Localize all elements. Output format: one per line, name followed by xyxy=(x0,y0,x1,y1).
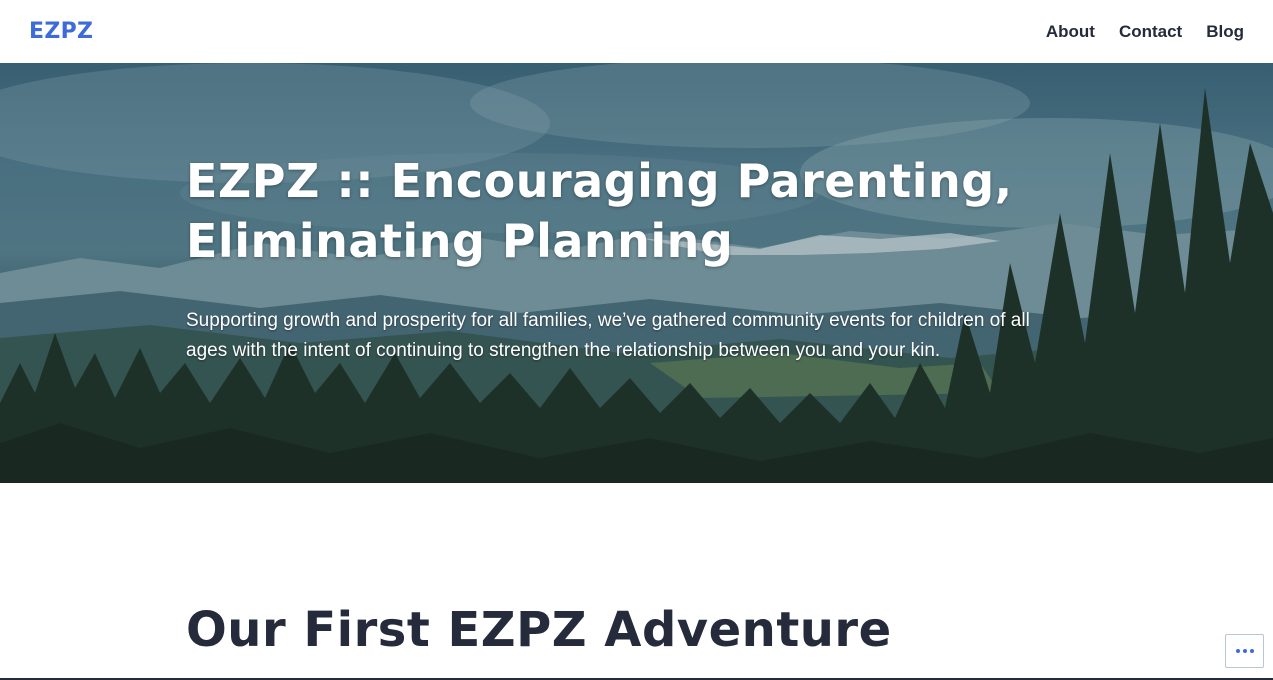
nav-contact-link[interactable]: Contact xyxy=(1119,22,1182,42)
hero-description: Supporting growth and prosperity for all… xyxy=(186,310,1030,361)
ellipsis-icon-dot xyxy=(1249,649,1254,653)
site-logo[interactable]: EZPZ xyxy=(29,19,93,44)
hero-content: EZPZ :: Encouraging Parenting, Eliminati… xyxy=(186,151,1086,366)
ellipsis-icon xyxy=(1235,649,1240,653)
hero-title: EZPZ :: Encouraging Parenting, Eliminati… xyxy=(186,151,1086,271)
ellipsis-icon-dot xyxy=(1242,649,1247,653)
nav-blog-link[interactable]: Blog xyxy=(1206,22,1244,42)
site-header: EZPZ About Contact Blog xyxy=(0,0,1273,63)
post-title[interactable]: Our First EZPZ Adventure xyxy=(186,597,892,663)
main-navigation: About Contact Blog xyxy=(1046,22,1244,42)
nav-about-link[interactable]: About xyxy=(1046,22,1095,42)
hero-title-line-1: EZPZ :: Encouraging Parenting, xyxy=(186,154,1013,208)
hero-banner: EZPZ :: Encouraging Parenting, Eliminati… xyxy=(0,63,1273,483)
more-options-button[interactable] xyxy=(1225,634,1264,668)
hero-title-line-2: Eliminating Planning xyxy=(186,214,734,268)
